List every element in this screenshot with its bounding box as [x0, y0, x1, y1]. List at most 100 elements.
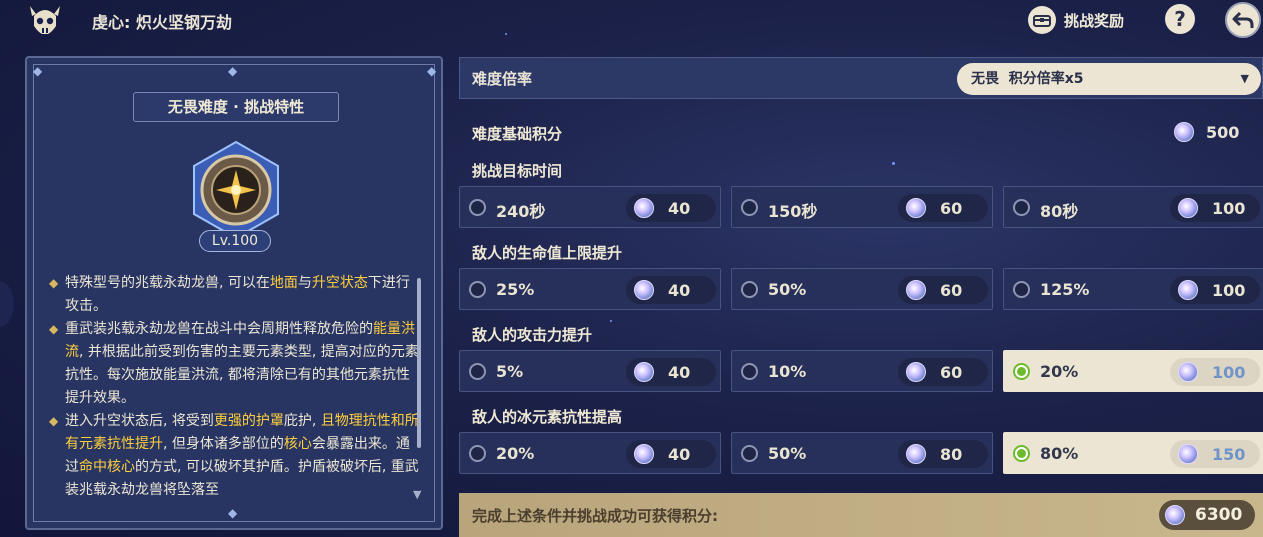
trait-text: 进入升空状态后, 将受到	[65, 413, 214, 429]
challenge-rewards-label: 挑战奖励	[1064, 11, 1125, 30]
radio-button[interactable]	[469, 363, 486, 380]
bullet-diamond-icon: ◆	[49, 322, 59, 336]
option-points: 60	[898, 358, 988, 386]
option-label: 5%	[496, 362, 524, 381]
corner-ornament-icon: ◆	[228, 506, 238, 520]
bullet-diamond-icon: ◆	[49, 414, 59, 428]
condition-option[interactable]: 150秒 60	[731, 186, 993, 228]
condition-option[interactable]: 10% 60	[731, 350, 993, 392]
score-gem-icon	[634, 362, 654, 382]
score-gem-icon	[1178, 362, 1198, 382]
radio-button[interactable]	[469, 281, 486, 298]
condition-option[interactable]: 80% 150	[1003, 432, 1263, 474]
condition-label: 敌人的攻击力提升	[472, 326, 593, 344]
option-points: 40	[626, 194, 716, 222]
radio-button[interactable]	[469, 445, 486, 462]
condition-option[interactable]: 20% 40	[459, 432, 721, 474]
option-label: 25%	[496, 280, 535, 299]
side-nav-handle[interactable]	[0, 280, 14, 328]
score-gem-icon	[906, 444, 926, 464]
highlighted-keyword: 地面	[269, 275, 298, 291]
total-score-label: 完成上述条件并挑战成功可获得积分:	[472, 507, 719, 525]
option-label: 80%	[1040, 444, 1079, 463]
back-button[interactable]	[1225, 2, 1261, 38]
condition-option[interactable]: 240秒 40	[459, 186, 721, 228]
trait-paragraph: ◆ 进入升空状态后, 将受到更强的护罩庇护, 且物理抗性和所有元素抗性提升, 但身…	[49, 410, 419, 500]
option-points: 100	[1170, 276, 1260, 304]
option-points-value: 80	[940, 444, 963, 464]
condition-option[interactable]: 125% 100	[1003, 268, 1263, 310]
trait-paragraph: ◆ 重武装兆载永劫龙兽在战斗中会周期性释放危险的能量洪流, 并根据此前受到伤害的主…	[49, 318, 419, 410]
trait-text: , 但身体诸多部位的	[163, 436, 284, 452]
help-icon: ?	[1174, 7, 1186, 31]
score-gem-icon	[634, 198, 654, 218]
condition-option[interactable]: 50% 60	[731, 268, 993, 310]
option-points: 40	[626, 440, 716, 468]
difficulty-row: 难度倍率 无畏 积分倍率x5 ▼	[459, 57, 1263, 99]
highlighted-keyword: 核心	[283, 436, 312, 452]
option-points: 100	[1170, 358, 1260, 386]
condition-label: 敌人的冰元素抗性提高	[472, 408, 623, 426]
score-gem-icon	[1165, 505, 1185, 525]
option-points: 100	[1170, 194, 1260, 222]
radio-button[interactable]	[1013, 199, 1030, 216]
page-title: 虔心: 炽火坚钢万劫	[92, 13, 232, 32]
option-points: 60	[898, 194, 988, 222]
score-gem-icon	[906, 280, 926, 300]
scroll-down-icon[interactable]: ▼	[413, 488, 421, 501]
chevron-down-icon: ▼	[1240, 72, 1249, 85]
condition-option[interactable]: 5% 40	[459, 350, 721, 392]
option-label: 80秒	[1040, 202, 1079, 221]
radio-button[interactable]	[741, 445, 758, 462]
option-points-value: 150	[1212, 444, 1246, 464]
option-points-value: 40	[668, 362, 691, 382]
option-points-value: 100	[1212, 362, 1246, 382]
condition-label: 挑战目标时间	[472, 162, 563, 180]
condition-option[interactable]: 25% 40	[459, 268, 721, 310]
difficulty-selected-value: 无畏 积分倍率x5	[971, 71, 1084, 87]
trait-title: 无畏难度 · 挑战特性	[133, 92, 339, 122]
radio-button[interactable]	[1013, 281, 1030, 298]
help-button[interactable]: ?	[1165, 4, 1195, 34]
total-score-value: 6300	[1195, 505, 1243, 525]
trait-text: 庇护,	[283, 413, 321, 429]
radio-button[interactable]	[1013, 445, 1030, 462]
trait-text: 与	[297, 275, 312, 291]
trait-paragraph: ◆ 特殊型号的兆载永劫龙兽, 可以在地面与升空状态下进行攻击。	[49, 272, 419, 318]
radio-button[interactable]	[741, 363, 758, 380]
condition-option[interactable]: 50% 80	[731, 432, 993, 474]
radio-button[interactable]	[1013, 363, 1030, 380]
option-label: 50%	[768, 444, 807, 463]
condition-option[interactable]: 80秒 100	[1003, 186, 1263, 228]
option-points-value: 40	[668, 198, 691, 218]
option-points-value: 100	[1212, 280, 1246, 300]
bullet-diamond-icon: ◆	[49, 276, 59, 290]
option-label: 150秒	[768, 202, 818, 221]
corner-ornament-icon: ◆	[427, 64, 437, 78]
score-gem-icon	[1178, 280, 1198, 300]
chest-icon	[1028, 6, 1056, 34]
radio-button[interactable]	[469, 199, 486, 216]
top-bar: 虔心: 炽火坚钢万劫 挑战奖励 ?	[0, 0, 1263, 42]
description-scrollbar[interactable]	[417, 278, 421, 448]
highlighted-keyword: 更强的护罩	[213, 413, 284, 429]
background-star	[610, 320, 612, 322]
option-points-value: 40	[668, 280, 691, 300]
difficulty-dropdown[interactable]: 无畏 积分倍率x5 ▼	[957, 63, 1261, 95]
highlighted-keyword: 升空状态	[311, 275, 368, 291]
option-points-value: 100	[1212, 198, 1246, 218]
base-score-value: 500	[1206, 122, 1240, 142]
score-gem-icon	[1174, 122, 1194, 142]
option-label: 20%	[496, 444, 535, 463]
challenge-rewards-button[interactable]: 挑战奖励	[1028, 5, 1124, 35]
condition-option[interactable]: 20% 100	[1003, 350, 1263, 392]
background-star	[505, 33, 507, 35]
option-label: 10%	[768, 362, 807, 381]
back-arrow-icon	[1232, 11, 1254, 28]
corner-ornament-icon: ◆	[33, 64, 43, 78]
highlighted-keyword: 命中核心	[79, 459, 135, 475]
radio-button[interactable]	[741, 281, 758, 298]
radio-button[interactable]	[741, 199, 758, 216]
trait-text: 重武装兆载永劫龙兽在战斗中会周期性释放危险的	[65, 321, 373, 337]
background-star	[892, 162, 895, 165]
